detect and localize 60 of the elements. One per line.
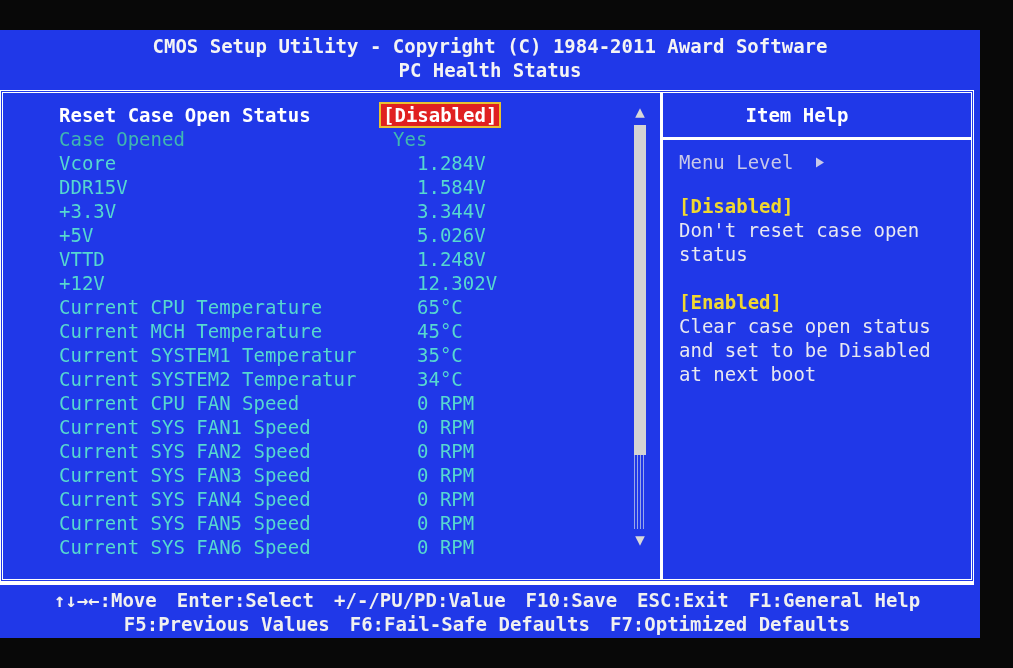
help-title: Item Help <box>663 93 971 140</box>
setting-label[interactable]: Current SYS FAN4 Speed <box>59 488 381 510</box>
menu-level-label: Menu Level <box>679 150 794 174</box>
setting-label[interactable]: Current SYS FAN5 Speed <box>59 512 381 534</box>
scroll-thumb[interactable] <box>634 125 646 455</box>
setting-label[interactable]: Current CPU Temperature <box>59 296 381 318</box>
setting-value: 1.584V <box>416 176 486 198</box>
scroll-up-icon[interactable] <box>634 107 646 119</box>
setting-label[interactable]: Current SYS FAN3 Speed <box>59 464 381 486</box>
key-hint: +/-/PU/PD:Value <box>334 587 506 612</box>
setting-value: 0 RPM <box>416 440 475 462</box>
key-hint: ↑↓→←:Move <box>53 587 157 612</box>
setting-value: 0 RPM <box>416 392 475 414</box>
setting-value: 1.284V <box>416 152 486 174</box>
setting-value: 45°C <box>416 320 463 342</box>
setting-value: 0 RPM <box>416 416 475 438</box>
setting-label[interactable]: DDR15V <box>59 176 381 198</box>
setting-value: 0 RPM <box>416 536 475 558</box>
key-hint: F7:Optimized Defaults <box>609 611 851 636</box>
setting-value: 65°C <box>416 296 463 318</box>
screen-title: CMOS Setup Utility - Copyright (C) 1984-2011 Award Software <box>152 34 828 58</box>
setting-label[interactable]: Current CPU FAN Speed <box>59 392 381 414</box>
setting-value: 34°C <box>416 368 463 390</box>
setting-value: Yes <box>392 128 428 150</box>
key-hint: F5:Previous Values <box>123 611 330 636</box>
help-heading: [Enabled] <box>679 290 783 314</box>
setting-label[interactable]: Current SYSTEM1 Temperatur <box>59 344 381 366</box>
setting-label[interactable]: +5V <box>59 224 381 246</box>
help-heading: [Disabled] <box>679 194 795 218</box>
help-text: Don't reset case open status <box>679 218 921 266</box>
setting-value[interactable]: [Disabled] <box>381 104 500 126</box>
setting-value: 12.302V <box>416 272 498 294</box>
setting-value: 35°C <box>416 344 463 366</box>
setting-label[interactable]: Current SYS FAN6 Speed <box>59 536 381 558</box>
setting-value: 1.248V <box>416 248 486 270</box>
setting-label[interactable]: VTTD <box>59 248 381 270</box>
setting-label[interactable]: Current MCH Temperature <box>59 320 381 342</box>
key-hint: Enter:Select <box>176 587 314 612</box>
scroll-down-icon[interactable] <box>634 535 646 547</box>
key-hint: F1:General Help <box>748 587 921 612</box>
setting-value: 5.026V <box>416 224 486 246</box>
setting-label: Case Opened <box>59 128 186 150</box>
page-title: PC Health Status <box>398 58 582 82</box>
help-text: Clear case open status and set to be Disabled at next boot <box>679 314 932 386</box>
setting-label[interactable]: Current SYSTEM2 Temperatur <box>59 368 381 390</box>
key-hint: F6:Fail-Safe Defaults <box>349 611 590 636</box>
setting-value: 0 RPM <box>416 488 475 510</box>
triangle-icon <box>815 155 826 169</box>
setting-label[interactable]: Current SYS FAN1 Speed <box>59 416 381 438</box>
setting-label[interactable]: Current SYS FAN2 Speed <box>59 440 381 462</box>
setting-label[interactable]: Vcore <box>59 152 381 174</box>
key-hint: F10:Save <box>525 587 618 612</box>
setting-label[interactable]: Reset Case Open Status <box>59 104 381 126</box>
setting-value: 3.344V <box>416 200 486 222</box>
setting-value: 0 RPM <box>416 512 475 534</box>
key-hint: ESC:Exit <box>637 587 729 612</box>
setting-value: 0 RPM <box>416 464 475 486</box>
setting-label[interactable]: +12V <box>59 272 381 294</box>
scrollbar[interactable] <box>633 107 647 547</box>
setting-label[interactable]: +3.3V <box>59 200 381 222</box>
